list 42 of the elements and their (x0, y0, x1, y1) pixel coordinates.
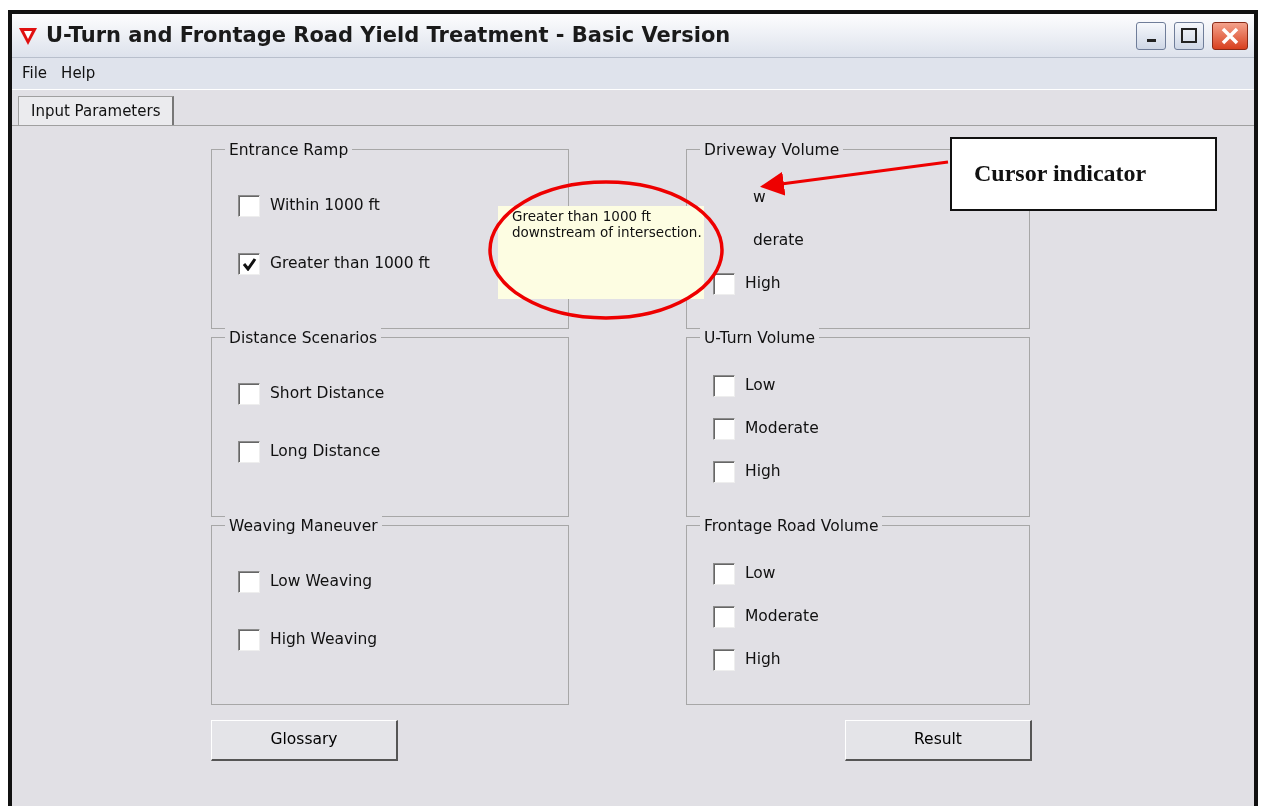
checkbox[interactable] (238, 195, 260, 217)
checkbox-label: High (745, 461, 781, 483)
menu-item[interactable]: Help (61, 62, 96, 85)
checkbox-label: High (745, 649, 781, 671)
checkbox-label: Within 1000 ft (270, 195, 380, 217)
close-icon[interactable] (1221, 26, 1239, 45)
app-logo-icon (18, 25, 38, 46)
checkbox[interactable] (238, 383, 260, 405)
checkbox[interactable] (713, 563, 735, 585)
checkbox-label: High Weaving (270, 629, 378, 651)
checkbox-label: Moderate (745, 606, 819, 628)
tooltip-text: Greater than 1000 ft (512, 208, 653, 225)
close-button[interactable] (1212, 21, 1248, 50)
maximize-icon[interactable] (1181, 28, 1197, 43)
checkbox[interactable] (713, 418, 735, 440)
tooltip-text: downstream of intersection. (512, 224, 700, 241)
checkbox-label: Greater than 1000 ft (270, 253, 430, 275)
checkbox[interactable] (238, 571, 260, 593)
checkbox[interactable] (713, 606, 735, 628)
checkbox-label: High (745, 273, 781, 295)
checkbox[interactable] (238, 441, 260, 463)
push-button[interactable]: Glossary (211, 720, 398, 761)
minimize-button[interactable] (1136, 21, 1166, 50)
checkbox-label: w (752, 187, 766, 209)
menu-item[interactable]: File (22, 62, 48, 85)
checkbox-label: derate (752, 230, 804, 252)
maximize-button[interactable] (1174, 21, 1204, 50)
tab[interactable]: Input Parameters (18, 96, 175, 125)
annotation-label: Cursor indicator (950, 137, 1217, 211)
checkbox[interactable] (713, 649, 735, 671)
checkbox-label: Long Distance (270, 441, 381, 463)
checkbox-label: Low (745, 563, 776, 585)
checkbox-label: Moderate (745, 418, 819, 440)
push-button[interactable]: Result (845, 720, 1032, 761)
checkbox-label: Low (745, 375, 776, 397)
checkbox[interactable] (713, 461, 735, 483)
checkbox[interactable] (238, 629, 260, 651)
checkbox[interactable] (713, 273, 735, 295)
window-title: U-Turn and Frontage Road Yield Treatment - Basic Version (46, 21, 731, 49)
checkbox[interactable] (713, 375, 735, 397)
checkbox-label: Low Weaving (270, 571, 373, 593)
checkbox-label: Short Distance (270, 383, 385, 405)
